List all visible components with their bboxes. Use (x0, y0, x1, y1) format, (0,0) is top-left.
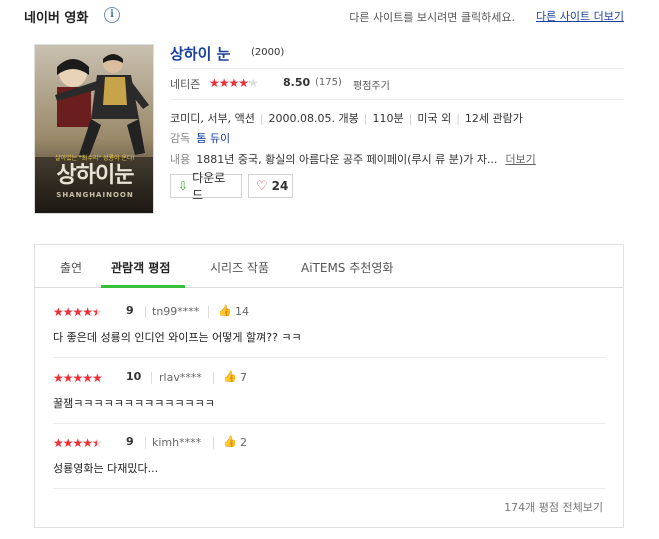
review-user[interactable]: kimh**** (152, 436, 201, 449)
download-button[interactable]: ⇩ 다운로드 (170, 171, 242, 202)
review-text: 꿀잼ㅋㅋㅋㅋㅋㅋㅋㅋㅋㅋㅋㅋㅋㅋ (53, 397, 215, 410)
rating-stars: ★★★★★ ★★★★★ (209, 76, 259, 90)
review-stars-filled: ★★★★★ (53, 371, 102, 385)
review-stars: ★★★★★★★★★★ (53, 305, 103, 319)
summary-text: 1881년 중국, 황실의 아름다운 공주 페이페이(루시 류 분)가 자... (196, 153, 498, 166)
like-button[interactable]: ♡ 24 (248, 174, 293, 198)
tab-cast[interactable]: 출연 (60, 259, 82, 276)
review-text: 성룡영화는 다재밌다... (53, 462, 159, 475)
review-item: ★★★★★★★★★★ 9 kimh**** 👍 2 성룡영화는 다재밌다... (53, 435, 605, 499)
rating-label: 네티즌 (170, 78, 201, 91)
tab-bar: 출연 관람객 평점 시리즈 작품 AiTEMS 추천영화 (35, 245, 623, 288)
rating-score: 8.50 (283, 76, 311, 89)
review-score: 9 (126, 435, 134, 448)
review-text: 다 좋은데 성룡의 인디언 와이프는 어떻게 할껴?? ㅋㅋ (53, 331, 302, 344)
review-item: ★★★★★★★★★★ 9 tn99**** 👍 14 다 좋은데 성룡의 인디언… (53, 304, 605, 368)
runtime: 110분 (372, 112, 404, 125)
heart-icon: ♡ (256, 178, 268, 194)
movie-year: (2000) (251, 47, 285, 58)
thumbs-up-icon[interactable]: 👍 (218, 304, 232, 317)
info-icon[interactable]: i (104, 7, 120, 23)
director-link[interactable]: 톰 듀이 (196, 132, 230, 145)
tab-series[interactable]: 시리즈 작품 (210, 259, 269, 276)
movie-title[interactable]: 상하이 눈 (170, 43, 230, 64)
more-link[interactable]: 더보기 (505, 153, 535, 166)
poster-tagline: 살아있는 "최수리" 성룡이 온다! (55, 155, 135, 162)
poster-title: 상하이눈 (56, 162, 135, 188)
poster-image (35, 45, 153, 213)
review-item: ★★★★★ ★★★★★ 10 rlav**** 👍 7 꿀잼ㅋㅋㅋㅋㅋㅋㅋㅋㅋㅋㅋ… (53, 370, 605, 434)
netizen-rating: 네티즌 ★★★★★ ★★★★★ 8.50 (175) 평점주기 (170, 75, 630, 92)
review-likes: 2 (240, 436, 247, 449)
stars-filled: ★★★★★ (209, 76, 250, 90)
like-count: 24 (271, 179, 289, 193)
divider (170, 68, 624, 69)
section-title: 네이버 영화 (24, 11, 89, 26)
review-user[interactable]: tn99**** (152, 305, 199, 318)
download-label: 다운로드 (192, 171, 226, 202)
thumbs-up-icon[interactable]: 👍 (223, 435, 237, 448)
download-icon: ⇩ (178, 179, 189, 193)
review-score: 9 (126, 304, 134, 317)
movie-tabs-panel: 출연 관람객 평점 시리즈 작품 AiTEMS 추천영화 ★★★★★★★★★★ … (34, 244, 624, 528)
review-user[interactable]: rlav**** (159, 371, 202, 384)
rate-link[interactable]: 평점주기 (353, 77, 390, 92)
view-all-ratings-link[interactable]: 174개 평점 전체보기 (504, 499, 603, 515)
other-sites-link[interactable]: 다른 사이트 더보기 (536, 8, 624, 24)
summary-label: 내용 (170, 153, 191, 166)
review-stars-filled: ★★★★★ (53, 436, 97, 450)
review-score: 10 (126, 370, 142, 383)
age-rating: 12세 관람가 (464, 112, 523, 125)
movie-meta: 코미디, 서부, 액션 | 2000.08.05. 개봉 | 110분 | 미국 외 | 12세… (170, 112, 523, 125)
other-site-hint: 다른 사이트를 보시려면 클릭하세요. (349, 11, 515, 24)
tab-aitems[interactable]: AiTEMS 추천영화 (301, 259, 393, 276)
review-stars: ★★★★★★★★★★ (53, 436, 103, 450)
active-tab-indicator (101, 285, 185, 288)
director-row: 감독 톰 듀이 (170, 130, 230, 146)
summary-row: 내용 1881년 중국, 황실의 아름다운 공주 페이페이(루시 류 분)가 자.… (170, 151, 536, 167)
divider (170, 99, 624, 100)
thumbs-up-icon[interactable]: 👍 (223, 370, 237, 383)
release-date: 2000.08.05. 개봉 (268, 112, 359, 125)
tab-audience-rating[interactable]: 관람객 평점 (111, 259, 170, 276)
poster-subtitle: SHANGHAINOON (56, 191, 134, 199)
review-likes: 7 (240, 371, 247, 384)
rating-count: (175) (315, 77, 342, 88)
movie-poster[interactable]: 살아있는 "최수리" 성룡이 온다! 상하이눈 SHANGHAINOON (34, 44, 154, 214)
review-stars-filled: ★★★★★ (53, 305, 97, 319)
review-likes: 14 (235, 305, 249, 318)
country: 미국 외 (417, 112, 452, 125)
top-bar: 네이버 영화 i 다른 사이트를 보시려면 클릭하세요. 다른 사이트 더보기 (0, 0, 659, 34)
genre: 코미디, 서부, 액션 (170, 112, 255, 125)
review-stars: ★★★★★★★★★★ (53, 371, 103, 385)
director-label: 감독 (170, 132, 191, 145)
